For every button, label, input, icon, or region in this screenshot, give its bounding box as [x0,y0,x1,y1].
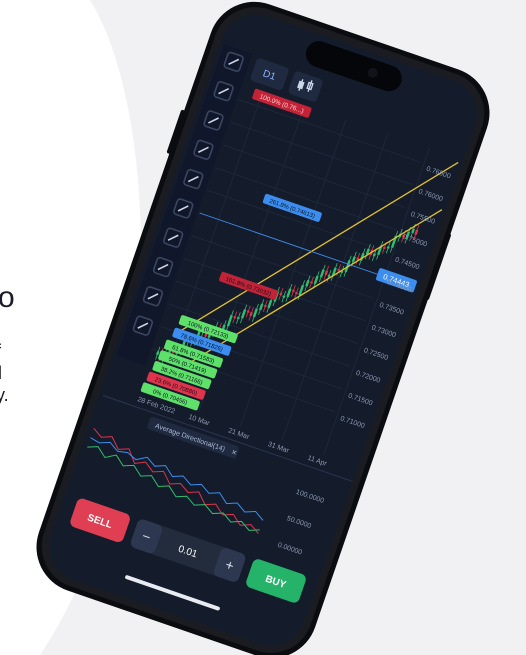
phone-mockup: D1 100.0% (0.76...) 0.74443 0.765000.760… [36,1,490,655]
